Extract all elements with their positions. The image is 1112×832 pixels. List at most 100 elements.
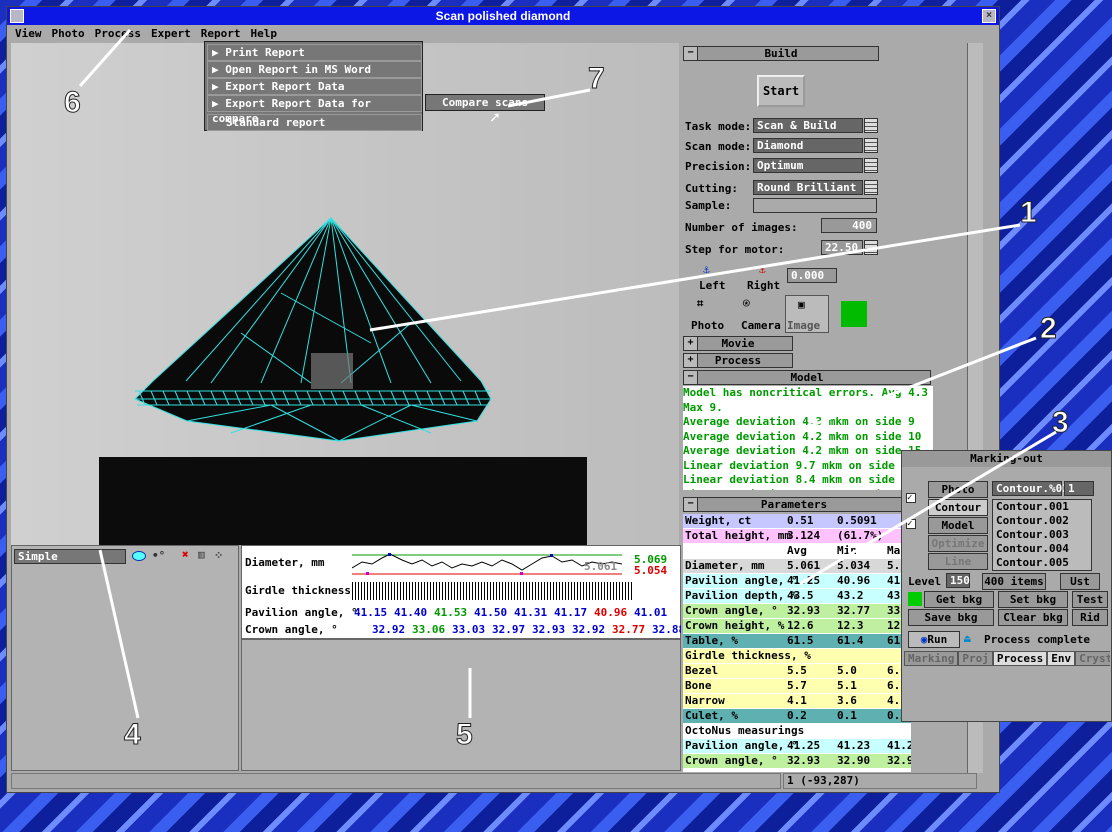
contour-list-item[interactable]: Contour.005	[996, 556, 1091, 570]
model-header[interactable]: − Model	[683, 370, 931, 385]
menu-item-print-report[interactable]: ▶ Print Report	[207, 44, 422, 61]
scan-mode-dropdown-icon[interactable]	[864, 138, 878, 153]
menu-process[interactable]: Process	[95, 27, 141, 40]
sample-input[interactable]	[753, 198, 877, 213]
contour-list-item[interactable]: Contour.004	[996, 542, 1091, 556]
callout-4: 4	[124, 718, 142, 752]
task-mode-dropdown-icon[interactable]	[864, 118, 878, 133]
pavilion-angle-values: 41.15 41.40 41.53 41.50 41.31 41.17 40.96 41.01	[354, 606, 682, 620]
task-mode-select[interactable]: Scan & Build	[753, 118, 863, 133]
photo-button[interactable]: Photo	[928, 481, 988, 498]
movie-header[interactable]: + Movie	[683, 336, 793, 351]
parameter-row: Pavilion depth, % 43.5 43.2 43	[683, 589, 911, 603]
bars-tool-icon[interactable]: ▥	[198, 548, 205, 561]
parameter-value: 32.90	[837, 754, 871, 767]
menu-photo[interactable]: Photo	[52, 27, 85, 40]
system-menu-icon[interactable]	[10, 9, 24, 23]
save-bkg-button[interactable]: Save bkg	[908, 609, 994, 626]
contour-list-item[interactable]: Contour.003	[996, 528, 1091, 542]
menu-item-standard-report[interactable]: Standard report	[207, 114, 422, 131]
parameter-value: 43.2	[837, 589, 864, 602]
contour-list-item[interactable]: Contour.002	[996, 514, 1091, 528]
run-button[interactable]: ◉Run	[908, 631, 960, 648]
delete-tool-icon[interactable]: ✖	[182, 548, 189, 561]
menu-report[interactable]: Report	[201, 27, 241, 40]
contour-list[interactable]: Contour.001 Contour.002 Contour.003 Contour…	[992, 499, 1092, 571]
precision-select[interactable]: Optimum	[753, 158, 863, 173]
parameter-value: Min	[837, 544, 857, 557]
parameter-name: Bezel	[685, 664, 719, 677]
contour-count-input[interactable]: 1	[1064, 481, 1094, 496]
step-spinner-icon[interactable]	[864, 240, 878, 255]
level-input[interactable]: 150	[946, 573, 970, 588]
parameter-name: Pavilion angle, °	[685, 739, 798, 752]
parameters-header[interactable]: − Parameters	[683, 497, 905, 512]
menu-item-export-data[interactable]: ▶ Export Report Data	[207, 78, 422, 95]
process-header[interactable]: + Process	[683, 353, 793, 368]
ust-button[interactable]: Ust	[1060, 573, 1100, 590]
photo-checkbox[interactable]: ✓	[906, 493, 916, 503]
contour-button[interactable]: Contour	[928, 499, 988, 516]
contour-name-input[interactable]: Contour.%03i	[992, 481, 1075, 496]
points-tool-icon[interactable]: •°	[152, 549, 165, 562]
images-input[interactable]: 400	[821, 218, 877, 233]
build-header[interactable]: − Build	[683, 46, 879, 61]
parameter-name: Girdle thickness, %	[685, 649, 811, 662]
display-mode-select[interactable]: Simple	[14, 549, 126, 564]
menu-item-open-word[interactable]: ▶ Open Report in MS Word	[207, 61, 422, 78]
image-icon: ▣	[798, 298, 805, 311]
clear-bkg-button[interactable]: Clear bkg	[998, 609, 1068, 626]
parameter-value: 12	[887, 619, 901, 632]
close-icon[interactable]: ×	[982, 9, 996, 23]
parameter-name: Bone	[685, 679, 712, 692]
tab-env[interactable]: Env	[1047, 651, 1076, 666]
girdle-thickness-graph	[352, 582, 632, 600]
crown-angle-values: 32.92 33.06 33.03 32.97 32.93 32.92 32.77 32.88	[372, 623, 685, 637]
diameter-avg: 5.061	[584, 560, 618, 573]
camera-icon[interactable]: ⍟	[743, 297, 750, 310]
parameter-value: 0.51	[787, 514, 814, 527]
menu-view[interactable]: View	[15, 27, 42, 40]
parameter-row: Culet, % 0.2 0.1 0.2	[683, 709, 911, 723]
set-bkg-button[interactable]: Set bkg	[998, 591, 1068, 608]
tab-crystal[interactable]: Crystal	[1075, 651, 1110, 666]
angle-value: 41.40	[394, 606, 428, 619]
model-button[interactable]: Model	[928, 517, 988, 534]
line-button[interactable]: Line	[928, 553, 988, 570]
left-label: Left	[699, 279, 726, 292]
tab-process[interactable]: Process	[992, 651, 1048, 666]
angle-value: 33.06	[412, 623, 446, 636]
ellipse-tool-icon[interactable]	[132, 551, 146, 561]
parameter-value: 3.124	[787, 529, 821, 542]
rid-button[interactable]: Rid	[1072, 609, 1108, 626]
menu-help[interactable]: Help	[250, 27, 277, 40]
cutting-select[interactable]: Round Brilliant	[753, 180, 863, 195]
camera-label: Camera	[741, 319, 781, 332]
tab-proj[interactable]: Proj	[958, 651, 993, 666]
precision-dropdown-icon[interactable]	[864, 158, 878, 173]
photo-icon[interactable]: ⌗	[697, 297, 703, 311]
tab-marking[interactable]: Marking	[904, 651, 959, 666]
cutting-label: Cutting:	[685, 182, 738, 195]
dots-tool-icon[interactable]: ⁘	[214, 549, 223, 562]
angle-input[interactable]: 0.000	[787, 268, 837, 283]
items-button[interactable]: 400 items	[982, 573, 1046, 590]
contour-list-item[interactable]: Contour.001	[996, 500, 1091, 514]
menu-item-compare-scans[interactable]: Compare scans	[425, 94, 545, 111]
right-arrow-icon[interactable]: ⚓	[759, 263, 766, 276]
parameter-name: Crown height, %	[685, 619, 785, 632]
model-log-line: Average deviation 4.3 mkm on side 9	[683, 415, 915, 428]
model-checkbox[interactable]: ✓	[906, 519, 916, 529]
left-arrow-icon[interactable]: ⚓	[703, 263, 710, 276]
get-bkg-button[interactable]: Get bkg	[924, 591, 994, 608]
model-log-line: Model has noncritical errors. Avg 4.3 Ma…	[683, 386, 929, 414]
menu-item-export-compare[interactable]: ▶ Export Report Data for compare	[207, 95, 422, 125]
scan-mode-select[interactable]: Diamond	[753, 138, 863, 153]
status-color-swatch	[841, 301, 867, 327]
menu-expert[interactable]: Expert	[151, 27, 191, 40]
optimize-button[interactable]: Optimize	[928, 535, 988, 552]
cutting-dropdown-icon[interactable]	[864, 180, 878, 195]
step-input[interactable]: 22.50	[821, 240, 863, 255]
start-button[interactable]: Start	[757, 75, 805, 107]
test-button[interactable]: Test	[1072, 591, 1108, 608]
